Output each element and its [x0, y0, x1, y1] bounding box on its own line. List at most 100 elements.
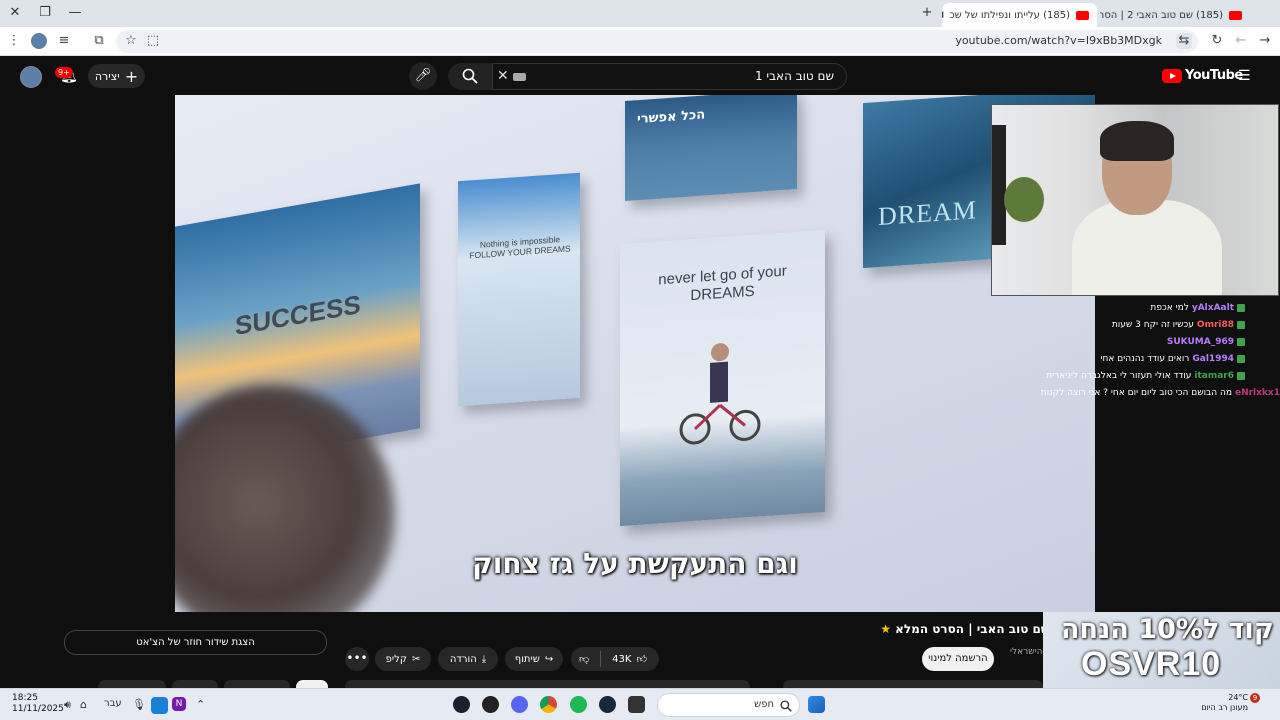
- chip[interactable]: [98, 680, 166, 688]
- monitor-background: [992, 125, 1006, 245]
- subscribe-button[interactable]: הרשמה למינוי: [922, 647, 994, 671]
- tray-overflow-icon[interactable]: ⌃: [196, 698, 205, 711]
- streamer-figure: [1072, 121, 1222, 295]
- live-chat-overlay: yAlxAalt למי אכפת Omri88 עכשיו זה יקח 3 …: [1015, 290, 1280, 405]
- chat-text: עודד אולי תעזור לי באלגברה ליניארית: [1046, 371, 1192, 381]
- video-title-text: שם טוב האבי | הסרט המלא: [895, 622, 1050, 636]
- tab-title: (185) שם טוב האבי 2 | הסרט הר: [1100, 9, 1223, 21]
- reload-icon[interactable]: ↻: [1209, 33, 1225, 49]
- chip[interactable]: [783, 680, 1043, 688]
- windows-start-icon[interactable]: [808, 696, 825, 713]
- address-bar[interactable]: ☆ ⬚ youtube.com/watch?v=I9xBb3MDxgk ⇆: [116, 30, 1198, 53]
- share-label: שיתוף: [514, 653, 540, 665]
- hamburger-menu-icon[interactable]: ☰: [1238, 68, 1251, 84]
- clip-label: קליפ: [385, 653, 407, 665]
- steam-icon[interactable]: [599, 696, 616, 713]
- tray-app-icon[interactable]: [151, 697, 168, 714]
- tab-active[interactable]: (185) עלייתו ונפילתו של שכ ◀) ✕: [942, 3, 1097, 27]
- new-tab-icon[interactable]: +: [917, 4, 937, 22]
- close-window-icon[interactable]: ✕: [5, 4, 25, 22]
- youtube-header: 🔔︎ 9+ יצירה + 🎤︎ ✕ שם טוב האבי 1 YouTube…: [0, 57, 1280, 95]
- star-icon: ★: [880, 622, 891, 636]
- language-indicator[interactable]: עבר: [104, 698, 122, 709]
- video-subtitle: וגם התעקשת על גז צחוק: [472, 547, 798, 580]
- notification-count-badge: 9+: [55, 67, 73, 78]
- search-button[interactable]: [448, 63, 492, 90]
- reading-list-icon[interactable]: ≡: [56, 33, 72, 49]
- account-avatar[interactable]: [20, 66, 42, 88]
- video-player[interactable]: הכל אפשרי DREAM SUCCESS Nothing is impos…: [175, 95, 1095, 612]
- network-icon[interactable]: ⌂: [80, 698, 87, 711]
- poster-text: Nothing is impossible FOLLOW YOUR DREAMS: [469, 234, 571, 261]
- poster-frame-top: הכל אפשרי: [625, 95, 797, 202]
- audio-icon: ◀): [942, 10, 943, 20]
- minimize-window-icon[interactable]: —: [65, 4, 85, 22]
- share-button[interactable]: ↪ שיתוף: [505, 647, 563, 671]
- keyboard-icon[interactable]: [513, 73, 526, 81]
- taskbar-app-icon[interactable]: [482, 696, 499, 713]
- microphone-icon[interactable]: 🎙︎: [132, 698, 146, 711]
- taskbar-search[interactable]: חפש: [657, 693, 800, 717]
- dislike-icon[interactable]: 👎︎: [579, 653, 589, 665]
- plus-icon: +: [124, 66, 139, 86]
- taskbar-search-placeholder: חפש: [754, 699, 774, 710]
- clip-button[interactable]: ✂ קליפ: [375, 647, 431, 671]
- restore-window-icon[interactable]: ❐: [35, 4, 55, 22]
- onenote-icon[interactable]: N: [172, 697, 186, 711]
- discord-icon[interactable]: [511, 696, 528, 713]
- chat-username: Omri88: [1196, 320, 1234, 330]
- clear-search-icon[interactable]: ✕: [497, 68, 509, 84]
- chat-message: itamar6 עודד אולי תעזור לי באלגברה ליניא…: [1046, 371, 1245, 381]
- like-count[interactable]: 43K: [612, 654, 631, 665]
- like-icon[interactable]: 👍︎: [636, 653, 646, 665]
- promo-line1: קוד ל10% הנחה: [1061, 614, 1274, 645]
- search-value[interactable]: שם טוב האבי 1: [755, 69, 834, 83]
- taskbar-app-icon[interactable]: [453, 696, 470, 713]
- search-icon: [462, 68, 478, 84]
- chip-selected[interactable]: [296, 680, 328, 688]
- chat-text: עכשיו זה יקח 3 שעות: [1111, 320, 1194, 330]
- youtube-play-icon: [1162, 68, 1182, 83]
- forward-icon[interactable]: →: [1257, 33, 1273, 49]
- search-input[interactable]: ✕ שם טוב האבי 1: [492, 63, 847, 90]
- chat-username: itamar6: [1194, 371, 1234, 381]
- download-button[interactable]: ⤓ הורדה: [438, 647, 498, 671]
- kebab-menu-icon[interactable]: ⋮: [6, 33, 22, 49]
- chat-message: Gal1994 רואים עודד נהנהים אחי: [1101, 354, 1245, 364]
- voice-search-icon[interactable]: 🎤︎: [409, 62, 437, 90]
- chip[interactable]: [345, 680, 750, 688]
- chat-message: yAlxAalt למי אכפת: [1150, 303, 1245, 313]
- chrome-icon[interactable]: [540, 696, 557, 713]
- site-settings-icon[interactable]: ⇆: [1176, 33, 1192, 49]
- terminal-icon[interactable]: [628, 696, 645, 713]
- download-label: הורדה: [449, 653, 477, 665]
- install-app-icon[interactable]: ⬚: [145, 33, 161, 49]
- poster-frame-nothing-impossible: Nothing is impossible FOLLOW YOUR DREAMS: [458, 172, 580, 407]
- create-button[interactable]: יצירה +: [88, 64, 145, 88]
- url-text[interactable]: youtube.com/watch?v=I9xBb3MDxgk: [955, 34, 1162, 47]
- chat-badge-icon: [1237, 338, 1245, 346]
- profile-avatar-icon[interactable]: [31, 33, 47, 49]
- bookmark-star-icon[interactable]: ☆: [123, 33, 139, 49]
- spotify-icon[interactable]: [570, 696, 587, 713]
- youtube-logo[interactable]: YouTube: [1162, 68, 1243, 83]
- show-chat-replay-button[interactable]: הצגת שידור חוזר של הצ'אט: [64, 630, 327, 655]
- windows-taskbar: 18:25 11/11/2025 🔊︎ ⌂ עבר 🎙︎ N ⌃ חפש 24°…: [0, 688, 1280, 720]
- poster-frame-never-let-go: never let go of your DREAMS: [620, 229, 825, 527]
- more-actions-icon[interactable]: •••: [345, 647, 369, 671]
- youtube-logo-text: YouTube: [1185, 68, 1243, 83]
- chat-username: eNrlxkx1: [1234, 388, 1280, 398]
- tab-inactive[interactable]: (185) שם טוב האבי 2 | הסרט הר ✕: [1100, 3, 1250, 27]
- divider: [600, 651, 602, 667]
- weather-temp: 24°C: [1228, 693, 1248, 702]
- chat-text: למי אכפת: [1150, 303, 1189, 313]
- extensions-icon[interactable]: ⧉: [91, 33, 107, 49]
- weather-widget[interactable]: 24°C מעונן רב היום: [1198, 693, 1248, 713]
- chip[interactable]: [224, 680, 290, 688]
- back-icon[interactable]: ←: [1233, 33, 1249, 49]
- browser-tab-bar: ✕ ❐ — + (185) עלייתו ונפילתו של שכ ◀) ✕ …: [0, 0, 1280, 27]
- system-clock[interactable]: 18:25 11/11/2025: [12, 693, 64, 715]
- notification-badge[interactable]: 9: [1250, 693, 1260, 703]
- volume-icon[interactable]: 🔊︎: [64, 698, 71, 712]
- chip[interactable]: [172, 680, 218, 688]
